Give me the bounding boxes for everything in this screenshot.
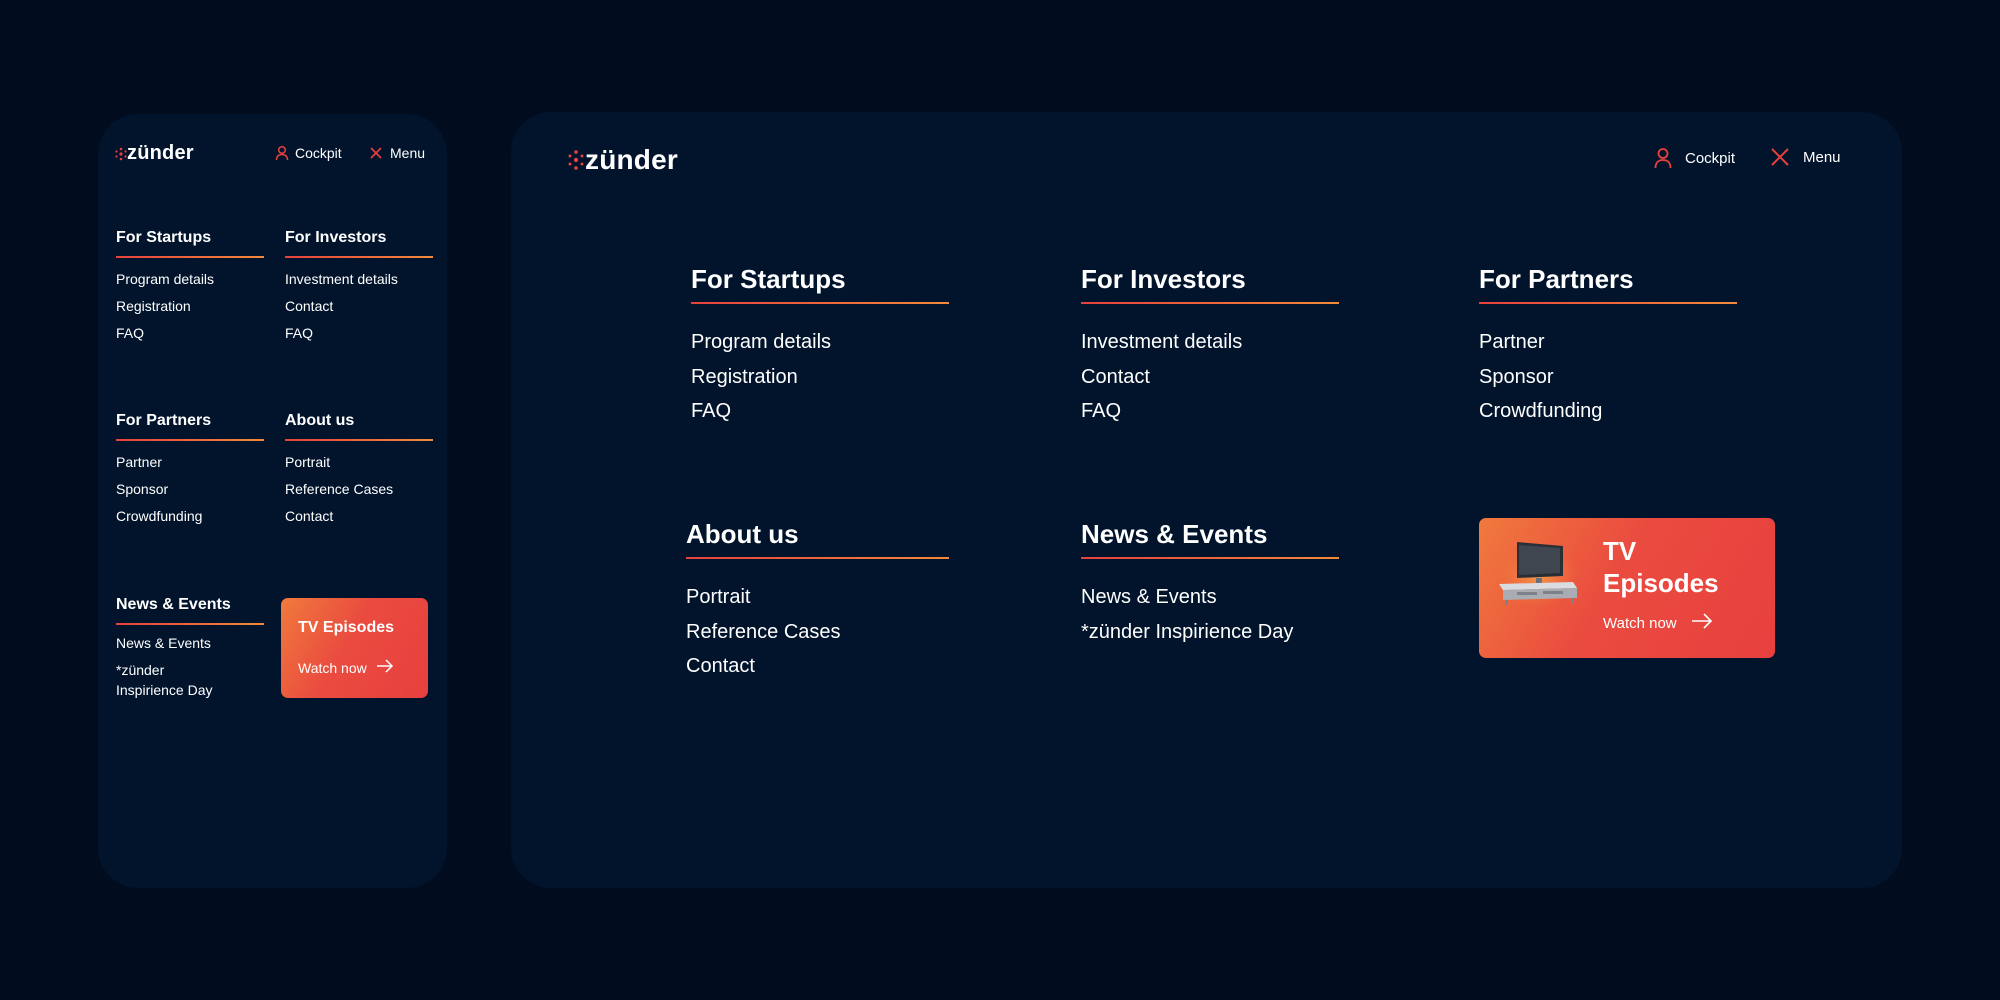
menu-label: Menu [1803,148,1841,166]
link-list-partners: Partner Sponsor Crowdfunding [116,449,202,530]
link-sponsor[interactable]: Sponsor [116,476,202,503]
menu-label: Menu [390,145,426,161]
tv-card-title-line1: TV [1603,536,1637,566]
tv-card-title: TV Episodes [1603,535,1719,599]
section-divider [1479,302,1737,304]
link-reference-cases[interactable]: Reference Cases [285,476,393,503]
spark-icon [115,147,127,161]
link-list-investors: Investment details Contact FAQ [285,266,398,347]
mobile-menu-panel: zünder Cockpit Menu For Startups Program… [98,114,447,888]
tv-card-title: TV Episodes [298,619,395,636]
link-investment-details[interactable]: Investment details [285,266,398,293]
close-icon [1771,148,1789,166]
spark-icon [568,149,584,171]
section-title-investors[interactable]: For Investors [285,229,386,247]
tv-episodes-card[interactable]: TV Episodes Watch now [281,598,428,698]
link-crowdfunding[interactable]: Crowdfunding [116,503,202,530]
link-portrait[interactable]: Portrait [686,580,841,615]
menu-close-button[interactable]: Menu [1771,148,1841,166]
link-program-details[interactable]: Program details [116,266,214,293]
section-title-news[interactable]: News & Events [1081,519,1267,550]
arrow-right-icon [1691,613,1713,633]
section-title-about[interactable]: About us [285,412,354,430]
logo-text: zünder [585,144,678,175]
cockpit-label: Cockpit [1685,149,1736,167]
link-list-partners: Partner Sponsor Crowdfunding [1479,325,1602,429]
cockpit-label: Cockpit [295,145,342,161]
logo-text: zünder [127,142,194,164]
link-news-events[interactable]: News & Events [1081,580,1293,615]
link-list-startups: Program details Registration FAQ [116,266,214,347]
close-icon [370,147,382,159]
section-divider [116,256,264,258]
link-list-news: News & Events *zünder Inspirience Day [116,633,213,700]
link-list-about: Portrait Reference Cases Contact [686,580,841,684]
link-portrait[interactable]: Portrait [285,449,393,476]
user-icon [1654,147,1672,169]
section-divider [116,623,264,625]
link-contact[interactable]: Contact [285,503,393,530]
tv-episodes-card[interactable]: TV Episodes Watch now [1479,518,1775,658]
section-title-partners[interactable]: For Partners [116,412,211,430]
logo[interactable]: zünder [115,142,194,165]
link-investment-details[interactable]: Investment details [1081,325,1242,360]
watch-now-link[interactable]: Watch now [298,659,394,676]
link-inspirience-day[interactable]: *zünder Inspirience Day [1081,615,1293,650]
logo[interactable]: zünder [568,144,678,176]
link-registration[interactable]: Registration [691,360,831,395]
link-sponsor[interactable]: Sponsor [1479,360,1602,395]
link-list-about: Portrait Reference Cases Contact [285,449,393,530]
tv-icon [1497,538,1579,613]
section-title-partners[interactable]: For Partners [1479,264,1634,295]
section-divider [285,256,433,258]
section-title-about[interactable]: About us [686,519,799,550]
section-title-startups[interactable]: For Startups [116,229,211,247]
link-list-startups: Program details Registration FAQ [691,325,831,429]
arrow-right-icon [376,659,394,676]
watch-now-label: Watch now [298,659,367,676]
section-title-startups[interactable]: For Startups [691,264,846,295]
link-reference-cases[interactable]: Reference Cases [686,615,841,650]
link-contact[interactable]: Contact [1081,360,1242,395]
link-partner[interactable]: Partner [116,449,202,476]
link-news-events[interactable]: News & Events [116,633,213,653]
link-contact[interactable]: Contact [285,293,398,320]
section-divider [1081,302,1339,304]
section-divider [691,302,949,304]
link-inspirience-day-line1[interactable]: *zünder [116,660,213,680]
link-faq[interactable]: FAQ [116,320,214,347]
section-divider [1081,557,1339,559]
desktop-menu-panel: zünder Cockpit Menu For Startups Program… [511,112,1902,888]
link-contact[interactable]: Contact [686,649,841,684]
link-registration[interactable]: Registration [116,293,214,320]
link-list-news: News & Events *zünder Inspirience Day [1081,580,1293,649]
link-inspirience-day-line2[interactable]: Inspirience Day [116,680,213,700]
user-icon [275,145,289,161]
link-crowdfunding[interactable]: Crowdfunding [1479,394,1602,429]
tv-card-title-line2: Episodes [1603,568,1719,598]
link-partner[interactable]: Partner [1479,325,1602,360]
link-faq[interactable]: FAQ [691,394,831,429]
section-divider [285,439,433,441]
section-divider [686,557,949,559]
cockpit-button[interactable]: Cockpit [275,145,342,161]
menu-close-button[interactable]: Menu [370,145,425,161]
link-program-details[interactable]: Program details [691,325,831,360]
link-faq[interactable]: FAQ [285,320,398,347]
section-divider [116,439,264,441]
link-faq[interactable]: FAQ [1081,394,1242,429]
section-title-investors[interactable]: For Investors [1081,264,1246,295]
watch-now-link[interactable]: Watch now [1603,613,1713,633]
cockpit-button[interactable]: Cockpit [1654,147,1735,169]
watch-now-label: Watch now [1603,614,1677,632]
link-list-investors: Investment details Contact FAQ [1081,325,1242,429]
section-title-news[interactable]: News & Events [116,596,231,614]
